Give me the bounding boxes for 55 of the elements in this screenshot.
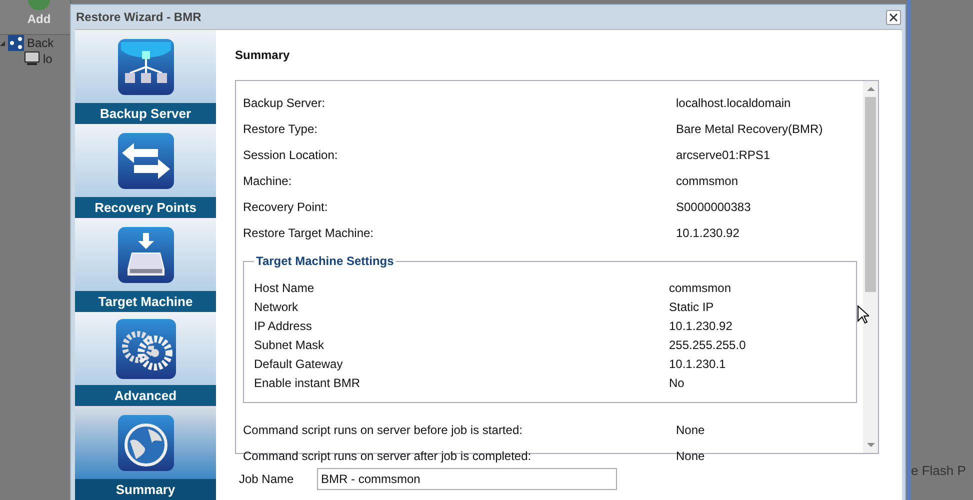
field-label: Job Name <box>239 472 295 486</box>
field-value: arcserve01:RPS1 <box>676 148 772 162</box>
server-network-icon <box>118 38 174 94</box>
field-value: S0000000383 <box>676 200 752 214</box>
scroll-thumb[interactable] <box>865 97 876 292</box>
field-label: Session Location: <box>243 148 339 162</box>
field-label: IP Address <box>254 318 313 332</box>
scroll-down-icon[interactable] <box>866 443 874 447</box>
field-value: 10.1.230.92 <box>676 226 740 240</box>
wizard-step-tab[interactable]: Target Machine <box>75 291 216 312</box>
field-value: 255.255.255.0 <box>669 338 747 352</box>
section-heading: Summary <box>235 48 291 62</box>
field-label: Restore Target Machine: <box>243 226 375 240</box>
field-value: No <box>669 376 686 390</box>
wizard-step-tab[interactable]: Backup Server <box>75 103 216 124</box>
field-label: Backup Server: <box>243 96 326 110</box>
gears-icon <box>116 318 176 378</box>
tree-item[interactable]: Back <box>27 36 54 50</box>
field-value: 10.1.230.1 <box>669 356 727 370</box>
field-label: Enable instant BMR <box>254 376 362 390</box>
field-value: Static IP <box>669 300 715 314</box>
scroll-up-icon[interactable] <box>866 87 874 91</box>
field-label: Network <box>254 300 300 314</box>
close-button[interactable] <box>886 10 901 24</box>
field-label: Default Gateway <box>254 356 344 370</box>
field-value: None <box>676 449 706 463</box>
wizard-step-tab[interactable]: Recovery Points <box>75 197 216 218</box>
field-label: Command script runs on server before job is started: <box>243 423 524 437</box>
scrollbar[interactable] <box>863 81 878 453</box>
field-value: localhost.localdomain <box>676 96 792 110</box>
field-value: 10.1.230.92 <box>669 318 734 332</box>
field-value: commsmon <box>676 174 740 188</box>
field-label: Restore Type: <box>243 122 318 136</box>
mouse-cursor-icon <box>857 305 869 324</box>
tree-item[interactable]: lo <box>43 52 52 66</box>
job-name-field[interactable]: BMR - commsmon <box>317 468 617 490</box>
field-label: Recovery Point: <box>243 200 329 214</box>
field-label: Machine: <box>243 174 293 188</box>
network-icon <box>8 35 24 51</box>
background-text: e Flash P <box>911 463 967 478</box>
close-icon <box>889 12 898 22</box>
drive-icon <box>118 226 174 282</box>
computer-icon <box>24 51 40 66</box>
group-title: Target Machine Settings <box>255 254 395 268</box>
field-label: Subnet Mask <box>254 338 326 352</box>
field-value: Bare Metal Recovery(BMR) <box>676 122 824 136</box>
dialog-title: Restore Wizard - BMR <box>76 10 202 24</box>
field-value: None <box>676 423 706 437</box>
globe-icon <box>118 414 174 470</box>
wizard-step-tab[interactable]: Summary <box>75 479 216 500</box>
wizard-step-tab[interactable]: Advanced <box>75 385 216 406</box>
arrows-icon <box>118 132 174 188</box>
field-label: Host Name <box>254 280 316 294</box>
field-value: commsmon <box>669 280 732 294</box>
field-label: Command script runs on server after job is completed: <box>243 449 532 463</box>
